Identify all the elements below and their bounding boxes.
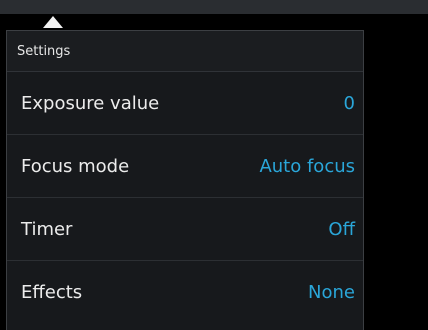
setting-value: Auto focus <box>259 155 355 177</box>
setting-label: Exposure value <box>21 92 160 114</box>
setting-exposure-value[interactable]: Exposure value 0 <box>7 72 363 135</box>
setting-timer[interactable]: Timer Off <box>7 198 363 261</box>
setting-label: Effects <box>21 282 83 303</box>
triangle-up-icon <box>43 16 63 28</box>
setting-label: Timer <box>21 218 73 240</box>
top-bar <box>0 0 428 14</box>
setting-effects[interactable]: Effects None <box>7 261 363 324</box>
setting-value: None <box>308 282 355 303</box>
settings-popup: Settings Exposure value 0 Focus mode Aut… <box>6 30 364 330</box>
setting-label: Focus mode <box>21 155 130 177</box>
settings-title: Settings <box>7 31 363 72</box>
setting-value: 0 <box>343 92 355 114</box>
setting-focus-mode[interactable]: Focus mode Auto focus <box>7 135 363 198</box>
camera-screen: Settings Exposure value 0 Focus mode Aut… <box>0 0 428 330</box>
setting-value: Off <box>328 218 355 240</box>
